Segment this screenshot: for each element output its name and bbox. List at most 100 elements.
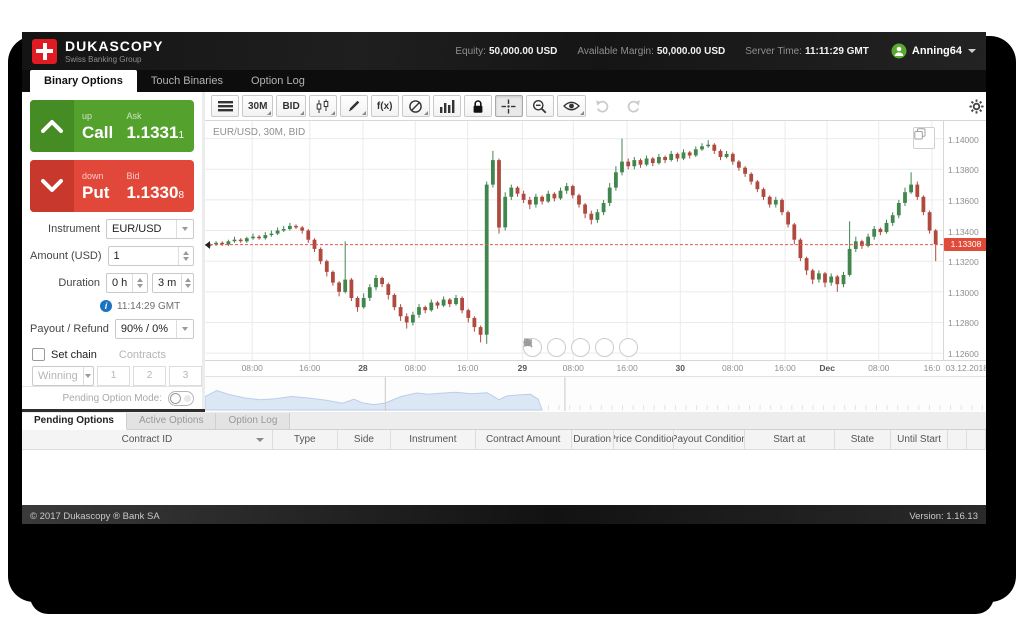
price-tick-label: 1.14000 <box>948 134 979 145</box>
column-header-start-at: Start at <box>745 430 835 449</box>
chart-nav-buttons <box>523 338 638 357</box>
redo-icon-redo-button[interactable] <box>620 95 648 117</box>
undo-icon-undo-button[interactable] <box>589 95 617 117</box>
formula-button[interactable]: f(x) <box>370 95 399 117</box>
time-tick-label: 30 <box>675 363 685 373</box>
column-header-instrument: Instrument <box>391 430 476 449</box>
time-tick-label: 16:00 <box>616 363 638 373</box>
bid-price: 1.13308 <box>126 182 184 202</box>
duration-label: Duration <box>58 277 100 290</box>
orders-tab-pending-options[interactable]: Pending Options <box>22 413 127 430</box>
panel-collapse-handle[interactable] <box>205 240 210 249</box>
chart-zoom-minus-button[interactable] <box>523 338 566 357</box>
app-footer: © 2017 Dukascopy ® Bank SA Version: 1.16… <box>22 505 986 524</box>
pending-option-mode-label: Pending Option Mode: <box>62 392 162 404</box>
price-side-button[interactable]: BID <box>276 95 306 117</box>
tab-binary-options[interactable]: Binary Options <box>30 70 137 92</box>
call-button[interactable]: up Call Ask 1.13311 <box>30 100 194 153</box>
price-tick-label: 1.12800 <box>948 318 979 329</box>
lock-icon-lock-button[interactable] <box>463 95 492 117</box>
orders-tab-option-log[interactable]: Option Log <box>216 413 291 429</box>
stepper-arrows-icon[interactable] <box>178 247 193 266</box>
tab-touch-binaries[interactable]: Touch Binaries <box>137 70 237 92</box>
contracts-label: Contracts <box>118 348 166 361</box>
pencil-icon-drawings-button[interactable] <box>339 95 368 117</box>
chevron-down-icon <box>176 220 193 239</box>
amount-label: Amount (USD) <box>30 250 102 263</box>
column-header-price-condition: Price Condition <box>614 430 674 449</box>
duration-minutes-stepper[interactable]: 3 m <box>152 273 194 294</box>
column-header-empty <box>948 430 967 449</box>
instrument-select[interactable]: EUR/USD <box>106 219 194 240</box>
period-button[interactable]: 30M <box>242 95 274 117</box>
sort-caret-icon[interactable] <box>255 438 264 442</box>
amount-stepper[interactable]: 1 <box>107 246 194 267</box>
order-panel: up Call Ask 1.13311 down Put Bid 1.13308 Ins… <box>22 92 205 409</box>
orders-table-body[interactable] <box>22 450 986 505</box>
app-header: DUKASCOPY Swiss Banking Group Equity: 50,… <box>22 32 986 70</box>
set-chain-checkbox[interactable] <box>32 348 45 362</box>
brand-tagline: Swiss Banking Group <box>65 54 142 64</box>
winning-select[interactable]: Winning <box>32 366 94 387</box>
crosshair-icon-crosshair-button[interactable] <box>494 95 523 117</box>
user-menu-caret-icon <box>968 49 976 53</box>
zoom-out-icon-zoom-out-button[interactable] <box>525 95 554 117</box>
price-tick-label: 1.13400 <box>948 226 979 237</box>
circle-slash-icon-indicators-button[interactable] <box>401 95 430 117</box>
mockup-stage: DUKASCOPY Swiss Banking Group Equity: 50,… <box>0 0 1024 617</box>
copyright-text: © 2017 Dukascopy ® Bank SA <box>30 510 160 522</box>
brand-name: DUKASCOPY <box>65 37 164 54</box>
duration-hours-stepper[interactable]: 0 h <box>106 273 148 294</box>
payout-refund-select[interactable]: 90% / 0% <box>114 319 194 340</box>
equity-readout: Equity: 50,000.00 USD <box>455 45 558 57</box>
orders-panel: Pending Options Active Options Option Log … <box>22 409 986 505</box>
popout-chart-button[interactable] <box>913 127 935 149</box>
stepper-arrows-icon[interactable] <box>132 274 147 293</box>
ask-label: Ask <box>126 110 142 121</box>
menu-icon-chart-menu-button[interactable] <box>211 95 239 117</box>
column-header-until-start: Until Start <box>891 430 948 449</box>
call-label: Call <box>82 122 114 142</box>
user-menu[interactable]: Anning64 <box>891 43 976 59</box>
time-tick-label: 08:00 <box>562 363 584 373</box>
bars-icon-volume-button[interactable] <box>432 95 461 117</box>
dukascopy-logo-icon <box>32 38 57 64</box>
user-icon <box>891 43 907 59</box>
chain-contract-input[interactable]: 2 <box>133 366 166 387</box>
chain-contract-inputs: 123 <box>94 366 202 387</box>
stepper-arrows-icon[interactable] <box>181 274 193 293</box>
price-tick-label: 1.13200 <box>948 257 979 268</box>
expiry-time-row: i 11:14:29 GMT <box>100 300 194 313</box>
price-axis[interactable]: 1.14000 1.13800 1.13600 1.13400 1.13200 1.130… <box>943 121 986 360</box>
bid-label: Bid <box>126 170 140 181</box>
margin-readout: Available Margin: 50,000.00 USD <box>577 45 726 57</box>
column-header-side: Side <box>338 430 392 449</box>
chain-contract-input[interactable]: 3 <box>169 366 202 387</box>
time-tick-label: 16:0 <box>923 363 941 373</box>
chart-step-right-button[interactable] <box>525 338 638 357</box>
pending-option-mode-row: Pending Option Mode: <box>22 386 202 409</box>
axis-date: 03.12.2018 <box>945 363 986 373</box>
put-button[interactable]: down Put Bid 1.13308 <box>30 160 194 213</box>
column-header-contract-id[interactable]: Contract ID <box>22 430 273 449</box>
time-tick-label: 29 <box>517 363 528 373</box>
gear-icon-settings-button[interactable] <box>969 98 984 114</box>
candlestick-chart[interactable]: EUR/USD, 30M, BID <box>205 121 943 360</box>
time-tick-label: Dec <box>819 363 835 373</box>
orders-tab-active-options[interactable]: Active Options <box>127 413 217 429</box>
chart-region: 30M BID f(x) EUR/USD, 30M, BID 1.14000 1.13… <box>205 92 986 412</box>
chart-jump-latest-button[interactable] <box>524 338 590 357</box>
version-text: Version: 1.16.13 <box>909 510 978 522</box>
chain-contract-input[interactable]: 1 <box>97 366 130 387</box>
time-axis[interactable]: 03.12.2018 08:00 16:00 28 08:00 16:00 29 08:00… <box>205 360 986 376</box>
eye-icon-visibility-button[interactable] <box>556 95 586 117</box>
time-tick-label: 08:00 <box>404 363 426 373</box>
chart-zoom-plus-button[interactable] <box>523 338 614 357</box>
pending-option-mode-toggle[interactable] <box>168 390 194 406</box>
chart-symbol-label: EUR/USD, 30M, BID <box>213 127 306 138</box>
chart-navigator[interactable] <box>205 376 986 412</box>
chevron-down-icon <box>82 367 93 386</box>
tab-option-log[interactable]: Option Log <box>237 70 319 92</box>
chart-toolbar: 30M BID f(x) <box>205 92 986 121</box>
candles-icon-chart-type-button[interactable] <box>308 95 337 117</box>
